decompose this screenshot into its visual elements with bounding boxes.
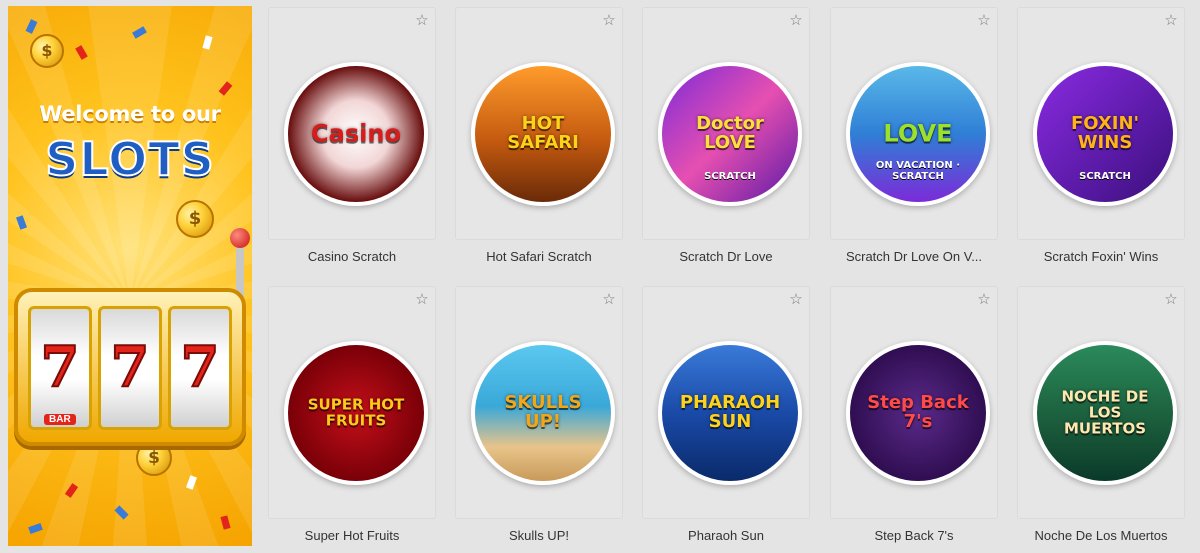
game-logo-subtitle: SCRATCH bbox=[1079, 171, 1131, 182]
favorite-star-icon[interactable]: ☆ bbox=[1163, 13, 1179, 29]
game-title[interactable]: Step Back 7's bbox=[830, 528, 998, 543]
favorite-star-icon[interactable]: ☆ bbox=[601, 13, 617, 29]
game-thumbnail[interactable]: PHARAOH SUN bbox=[658, 341, 802, 485]
game-title[interactable]: Pharaoh Sun bbox=[642, 528, 810, 543]
game-title[interactable]: Casino Scratch bbox=[268, 249, 436, 264]
game-tile[interactable]: ☆ LOVE ON VACATION · SCRATCH bbox=[830, 7, 998, 240]
bar-symbol: BAR bbox=[44, 414, 76, 425]
reel-seven: 7 bbox=[40, 334, 81, 400]
slot-reel: 7 bbox=[168, 306, 232, 430]
game-title[interactable]: Scratch Dr Love bbox=[642, 249, 810, 264]
promo-banner[interactable]: $ $ $ Welcome to our SLOTS 7 7 7 BAR bbox=[8, 6, 252, 546]
game-logo: LOVE bbox=[883, 119, 953, 148]
game-thumbnail[interactable]: LOVE ON VACATION · SCRATCH bbox=[846, 62, 990, 206]
game-logo: SUPER HOT FRUITS bbox=[307, 395, 405, 429]
favorite-star-icon[interactable]: ☆ bbox=[788, 292, 804, 308]
game-card[interactable]: ☆ SUPER HOT FRUITS bbox=[268, 286, 436, 519]
game-title[interactable]: Skulls UP! bbox=[455, 528, 623, 543]
game-thumbnail[interactable]: Doctor LOVE SCRATCH bbox=[658, 62, 802, 206]
game-tile[interactable]: ☆ SKULLS UP! bbox=[455, 286, 623, 519]
game-logo-subtitle: ON VACATION · SCRATCH bbox=[875, 160, 961, 182]
banner-slots-title: SLOTS bbox=[44, 131, 215, 187]
game-card[interactable]: ☆ Step Back 7's bbox=[830, 286, 998, 519]
game-card[interactable]: ☆ PHARAOH SUN bbox=[642, 286, 810, 519]
coin-icon: $ bbox=[176, 200, 214, 238]
game-logo: NOCHE DE LOS MUERTOS bbox=[1061, 387, 1149, 437]
game-logo: Doctor LOVE bbox=[696, 113, 764, 153]
game-tile[interactable]: ☆ PHARAOH SUN bbox=[642, 286, 810, 519]
game-title[interactable]: Hot Safari Scratch bbox=[455, 249, 623, 264]
reel-seven: 7 bbox=[110, 334, 151, 400]
game-logo-subtitle: SCRATCH bbox=[704, 171, 756, 182]
game-thumbnail[interactable]: Casino bbox=[284, 62, 428, 206]
game-tile[interactable]: ☆ FOXIN' WINS SCRATCH bbox=[1017, 7, 1185, 240]
banner-rays bbox=[8, 6, 252, 546]
game-tile[interactable]: ☆ Casino bbox=[268, 7, 436, 240]
favorite-star-icon[interactable]: ☆ bbox=[414, 13, 430, 29]
slot-lever-knob bbox=[230, 228, 250, 248]
slot-reel: 7 bbox=[28, 306, 92, 430]
game-thumbnail[interactable]: SKULLS UP! bbox=[471, 341, 615, 485]
game-title[interactable]: Scratch Foxin' Wins bbox=[1017, 249, 1185, 264]
game-thumbnail[interactable]: HOT SAFARI bbox=[471, 62, 615, 206]
game-thumbnail[interactable]: FOXIN' WINS SCRATCH bbox=[1033, 62, 1177, 206]
game-card[interactable]: ☆ FOXIN' WINS SCRATCH bbox=[1017, 7, 1185, 240]
game-thumbnail[interactable]: Step Back 7's bbox=[846, 341, 990, 485]
game-tile[interactable]: ☆ NOCHE DE LOS MUERTOS bbox=[1017, 286, 1185, 519]
game-card[interactable]: ☆ LOVE ON VACATION · SCRATCH bbox=[830, 7, 998, 240]
game-title[interactable]: Scratch Dr Love On V... bbox=[830, 249, 998, 264]
favorite-star-icon[interactable]: ☆ bbox=[1163, 292, 1179, 308]
slot-reel: 7 bbox=[98, 306, 162, 430]
favorite-star-icon[interactable]: ☆ bbox=[976, 13, 992, 29]
game-tile[interactable]: ☆ Step Back 7's bbox=[830, 286, 998, 519]
favorite-star-icon[interactable]: ☆ bbox=[414, 292, 430, 308]
game-card[interactable]: ☆ NOCHE DE LOS MUERTOS bbox=[1017, 286, 1185, 519]
favorite-star-icon[interactable]: ☆ bbox=[601, 292, 617, 308]
game-logo: SKULLS UP! bbox=[504, 392, 582, 432]
banner-welcome-text: Welcome to our bbox=[39, 102, 221, 126]
game-logo: FOXIN' WINS bbox=[1070, 113, 1140, 153]
game-title[interactable]: Noche De Los Muertos bbox=[1017, 528, 1185, 543]
favorite-star-icon[interactable]: ☆ bbox=[788, 13, 804, 29]
game-thumbnail[interactable]: NOCHE DE LOS MUERTOS bbox=[1033, 341, 1177, 485]
game-card[interactable]: ☆ Doctor LOVE SCRATCH bbox=[642, 7, 810, 240]
game-card[interactable]: ☆ HOT SAFARI bbox=[455, 7, 623, 240]
game-logo: HOT SAFARI bbox=[507, 113, 579, 153]
game-tile[interactable]: ☆ Doctor LOVE SCRATCH bbox=[642, 7, 810, 240]
game-card[interactable]: ☆ Casino bbox=[268, 7, 436, 240]
game-title[interactable]: Super Hot Fruits bbox=[268, 528, 436, 543]
favorite-star-icon[interactable]: ☆ bbox=[976, 292, 992, 308]
game-tile[interactable]: ☆ HOT SAFARI bbox=[455, 7, 623, 240]
game-card[interactable]: ☆ SKULLS UP! bbox=[455, 286, 623, 519]
game-logo: Step Back 7's bbox=[867, 392, 969, 432]
coin-icon: $ bbox=[30, 34, 64, 68]
game-tile[interactable]: ☆ SUPER HOT FRUITS bbox=[268, 286, 436, 519]
reel-seven: 7 bbox=[180, 334, 221, 400]
game-logo: Casino bbox=[311, 119, 401, 148]
game-thumbnail[interactable]: SUPER HOT FRUITS bbox=[284, 341, 428, 485]
game-logo: PHARAOH SUN bbox=[679, 392, 781, 432]
